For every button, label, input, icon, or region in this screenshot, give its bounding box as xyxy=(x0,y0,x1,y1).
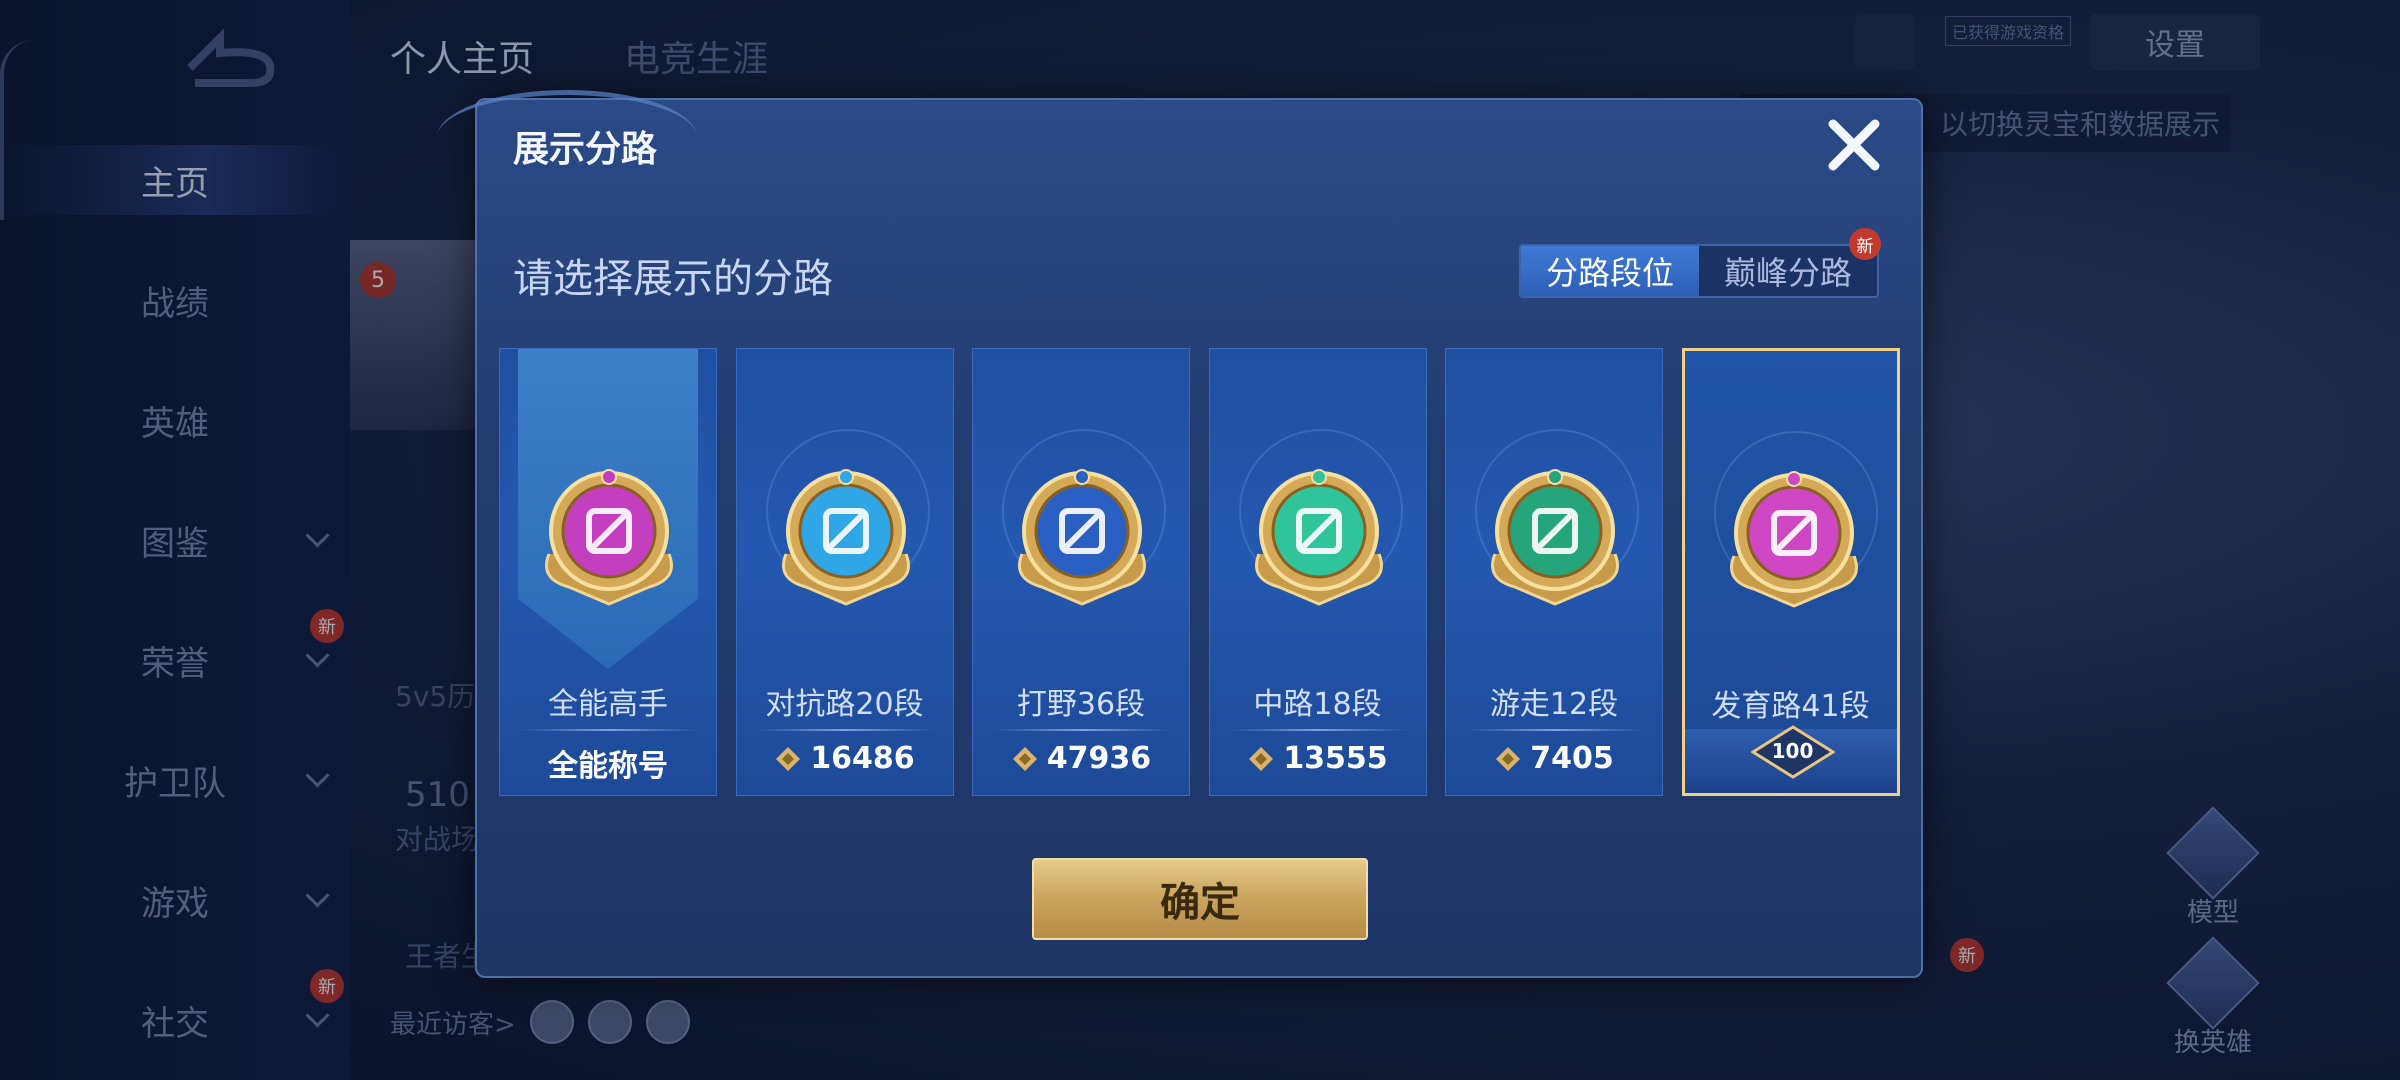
score-icon xyxy=(776,746,801,771)
card-value: 全能称号 xyxy=(548,749,668,784)
dragon-emblem-icon xyxy=(1018,469,1146,606)
close-icon[interactable] xyxy=(1823,114,1885,176)
confirm-label: 确定 xyxy=(1160,880,1240,926)
card-value: 13555 xyxy=(1283,741,1388,776)
lane-card[interactable]: 全能高手 全能称号 xyxy=(499,348,717,796)
lane-display-dialog: 展示分路 请选择展示的分路 分路段位 巅峰分路 新 全能高手 全能称号 对抗路20段… xyxy=(437,90,1923,978)
card-value-row: 7405 xyxy=(1446,741,1662,776)
toggle-peak-lane-label: 巅峰分路 xyxy=(1723,254,1852,292)
marksman-emblem-icon xyxy=(1729,471,1858,608)
score-icon xyxy=(1012,746,1037,771)
lane-name: 对抗路20段 xyxy=(765,687,924,722)
card-divider xyxy=(1466,729,1644,731)
wings-emblem-icon xyxy=(1491,469,1619,606)
mid-emblem-icon xyxy=(1254,469,1383,606)
rank-plate: 100 xyxy=(1749,725,1836,779)
card-divider xyxy=(520,729,698,731)
lane-card[interactable]: 发育路41段 100 xyxy=(1681,348,1900,796)
score-icon xyxy=(1249,746,1274,771)
lane-mode-toggle: 分路段位 巅峰分路 新 xyxy=(1519,228,1881,298)
score-icon xyxy=(1496,746,1521,771)
card-value: 47936 xyxy=(1046,741,1152,776)
sword-emblem-icon xyxy=(781,469,910,606)
lane-name: 发育路41段 xyxy=(1711,689,1870,724)
toggle-lane-rank[interactable]: 分路段位 xyxy=(1521,246,1699,296)
card-value-row: 13555 xyxy=(1210,741,1426,776)
card-value-row: 16486 xyxy=(737,741,953,776)
lane-card[interactable]: 中路18段 13555 xyxy=(1208,348,1427,796)
lane-cards: 全能高手 全能称号 对抗路20段 16486 打野36段 47936 中路18段 13555 游… xyxy=(499,348,1909,798)
lane-card[interactable]: 对抗路20段 16486 xyxy=(735,348,954,796)
lane-card[interactable]: 打野36段 47936 xyxy=(972,348,1190,796)
card-divider xyxy=(1229,729,1408,731)
rank-value: 100 xyxy=(1771,739,1814,763)
card-divider xyxy=(756,729,935,731)
dialog-subtitle: 请选择展示的分路 xyxy=(513,256,833,302)
lane-name: 全能高手 xyxy=(548,687,668,722)
card-value: 7405 xyxy=(1530,741,1614,776)
lane-name: 中路18段 xyxy=(1253,687,1382,722)
card-value-row: 全能称号 xyxy=(500,741,716,785)
lane-name: 打野36段 xyxy=(1016,687,1146,722)
card-value: 16486 xyxy=(810,741,915,776)
card-value-row: 47936 xyxy=(973,741,1189,776)
lane-card[interactable]: 游走12段 7405 xyxy=(1445,348,1663,796)
toggle-peak-lane[interactable]: 巅峰分路 新 xyxy=(1699,228,1881,296)
confirm-button[interactable]: 确定 xyxy=(1032,858,1368,940)
allround-emblem-icon xyxy=(545,469,673,606)
new-tag: 新 xyxy=(1849,228,1881,260)
lane-name: 游走12段 xyxy=(1489,687,1619,722)
card-divider xyxy=(993,729,1171,731)
dialog-title: 展示分路 xyxy=(513,129,658,170)
